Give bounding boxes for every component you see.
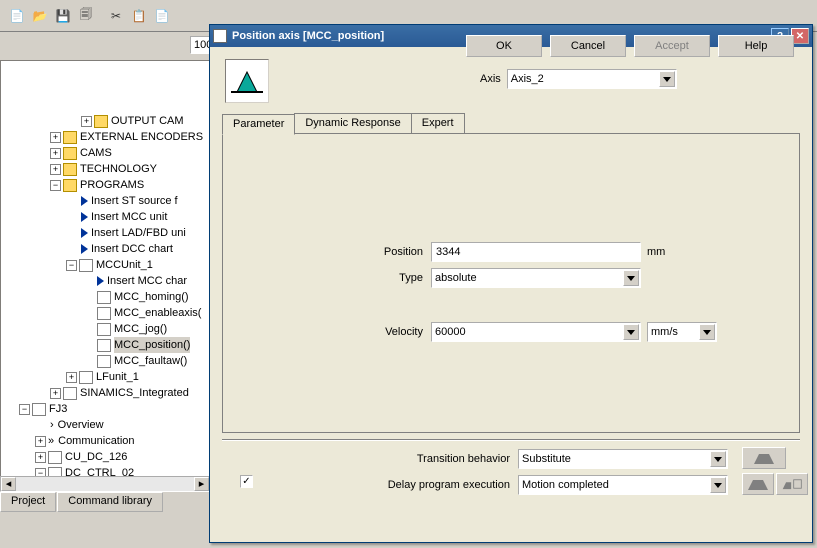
tree-node[interactable]: −MCCUnit_1 <box>3 257 207 273</box>
toolbar-button[interactable]: 🗐 <box>75 5 97 27</box>
divider <box>222 439 800 441</box>
scroll-left-icon[interactable]: ◂ <box>1 477 16 491</box>
type-dropdown[interactable]: absolute <box>431 268 641 288</box>
tree-node[interactable]: Insert LAD/FBD uni <box>3 225 207 241</box>
tree-hscrollbar[interactable]: ◂ ▸ <box>0 476 210 492</box>
delay-checkbox[interactable]: ✓ <box>240 475 253 488</box>
parameter-panel: Position mm Type absolute Velocity 60000… <box>222 133 800 433</box>
tree-node[interactable]: Insert ST source f <box>3 193 207 209</box>
axis-label: Axis <box>480 73 501 85</box>
transition-label: Transition behavior <box>370 453 510 465</box>
profile-button-2[interactable] <box>742 473 774 495</box>
chevron-down-icon[interactable] <box>623 270 639 286</box>
tree-node[interactable]: ›Overview <box>3 417 207 433</box>
tree-node[interactable]: Insert DCC chart <box>3 241 207 257</box>
tab-dynamic-response[interactable]: Dynamic Response <box>294 113 411 134</box>
axis-dropdown[interactable]: Axis_2 <box>507 69 677 89</box>
insert-icon <box>81 244 88 254</box>
ok-button[interactable]: OK <box>466 35 542 57</box>
chevron-down-icon[interactable] <box>710 451 726 467</box>
tree-node[interactable]: −PROGRAMS <box>3 177 207 193</box>
project-tree-panel: +OUTPUT CAM +EXTERNAL ENCODERS +CAMS +TE… <box>0 60 210 490</box>
insert-icon <box>81 228 88 238</box>
position-input[interactable] <box>431 242 641 262</box>
profile-button-1[interactable] <box>742 447 786 469</box>
velocity-unit-dropdown[interactable]: mm/s <box>647 322 717 342</box>
tab-project[interactable]: Project <box>0 492 56 512</box>
delay-label: Delay program execution <box>370 479 510 491</box>
tree-node[interactable]: +CAMS <box>3 145 207 161</box>
tree-node[interactable]: MCC_jog() <box>3 321 207 337</box>
toolbar-button[interactable]: 📋 <box>128 5 150 27</box>
toolbar-button[interactable]: ✂ <box>105 5 127 27</box>
velocity-label: Velocity <box>353 326 423 338</box>
chevron-down-icon[interactable] <box>623 324 639 340</box>
bottom-tabs: Project Command library <box>0 492 164 512</box>
tab-expert[interactable]: Expert <box>411 113 465 134</box>
profile-button-3[interactable] <box>776 473 808 495</box>
tree-node[interactable]: MCC_faultaw() <box>3 353 207 369</box>
tree-node[interactable]: Insert MCC char <box>3 273 207 289</box>
tree-node[interactable]: +»Communication <box>3 433 207 449</box>
position-label: Position <box>353 246 423 258</box>
delay-dropdown[interactable]: Motion completed <box>518 475 728 495</box>
cancel-button[interactable]: Cancel <box>550 35 626 57</box>
toolbar-button[interactable]: 📂 <box>29 5 51 27</box>
tree-node[interactable]: +SINAMICS_Integrated <box>3 385 207 401</box>
position-axis-dialog: Position axis [MCC_position] ? ✕ Axis Ax… <box>209 24 813 543</box>
tree-node[interactable]: +CU_DC_126 <box>3 449 207 465</box>
insert-icon <box>97 276 104 286</box>
insert-icon <box>81 212 88 222</box>
help-button[interactable]: Help <box>718 35 794 57</box>
tree-node[interactable]: MCC_homing() <box>3 289 207 305</box>
toolbar-button[interactable]: 💾 <box>52 5 74 27</box>
tree-node[interactable]: +EXTERNAL ENCODERS <box>3 129 207 145</box>
velocity-dropdown[interactable]: 60000 <box>431 322 641 342</box>
tree-node[interactable]: +TECHNOLOGY <box>3 161 207 177</box>
accept-button[interactable]: Accept <box>634 35 710 57</box>
chevron-down-icon[interactable] <box>710 477 726 493</box>
toolbar-button[interactable]: 📄 <box>6 5 28 27</box>
position-unit: mm <box>647 246 665 258</box>
chevron-down-icon[interactable] <box>659 71 675 87</box>
tree-node[interactable]: MCC_enableaxis( <box>3 305 207 321</box>
toolbar-button[interactable]: 📄 <box>151 5 173 27</box>
chevron-down-icon[interactable] <box>699 324 715 340</box>
scroll-right-icon[interactable]: ▸ <box>194 477 209 491</box>
tab-command-library[interactable]: Command library <box>57 492 163 512</box>
tree-node[interactable]: Insert MCC unit <box>3 209 207 225</box>
position-axis-icon <box>225 59 269 103</box>
transition-dropdown[interactable]: Substitute <box>518 449 728 469</box>
tree-node-selected[interactable]: MCC_position() <box>3 337 207 353</box>
tree-node[interactable]: −FJ3 <box>3 401 207 417</box>
type-label: Type <box>353 272 423 284</box>
tree-node[interactable]: +LFunit_1 <box>3 369 207 385</box>
tab-parameter[interactable]: Parameter <box>222 114 295 135</box>
tree-node[interactable]: +OUTPUT CAM <box>3 113 207 129</box>
insert-icon <box>81 196 88 206</box>
